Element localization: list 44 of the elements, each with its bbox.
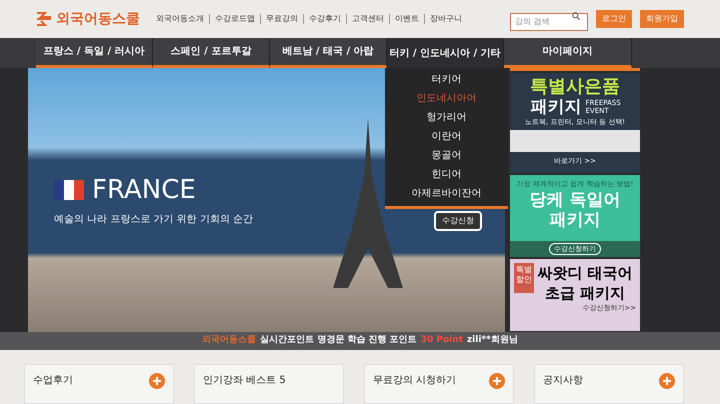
card-title: 수업후기 xyxy=(33,374,73,388)
nav-tab[interactable]: 터키 / 인도네시아 / 기타 xyxy=(387,38,504,68)
plus-icon[interactable] xyxy=(489,373,505,389)
nav-tab[interactable]: 마이페이지 xyxy=(504,38,632,68)
card-title: 공지사항 xyxy=(543,374,583,388)
hero-subtitle: 예술의 나라 프랑스로 가기 위한 기회의 순간 xyxy=(54,213,254,227)
ticker-points: 30 Point xyxy=(420,334,463,348)
dropdown-item[interactable]: 몽골어 xyxy=(432,148,462,164)
ad-title: 패키지 xyxy=(550,210,600,230)
header-link[interactable]: 장바구니 xyxy=(430,13,462,25)
card-title: 무료강의 시청하기 xyxy=(373,374,456,388)
ad-title: 싸왓디 태국어 xyxy=(537,263,633,283)
hero-title: FRANCE xyxy=(92,176,196,204)
dropdown-item[interactable]: 인도네시아어 xyxy=(416,91,476,107)
nav-tab[interactable]: 프랑스 / 독일 / 러시아 xyxy=(36,38,153,68)
ad-title: 당케 독일어 xyxy=(530,190,620,210)
logo-icon xyxy=(36,12,52,26)
dropdown-item[interactable]: 헝가리어 xyxy=(426,110,466,126)
discount-badge: 특별 할인 xyxy=(514,263,534,293)
dropdown-item[interactable]: 이란어 xyxy=(432,129,462,145)
nav-tab[interactable]: 베트남 / 태국 / 아랍 xyxy=(270,38,387,68)
header-link[interactable]: 무료강의 xyxy=(266,13,298,25)
dropdown-item[interactable]: 아제르바이잔어 xyxy=(412,186,482,202)
ticker-text: 실시간포인트 명경문 학습 진행 포인트 xyxy=(260,334,417,348)
header-link[interactable]: 수강로드맵 xyxy=(215,13,255,25)
enroll-button[interactable]: 수강신청 xyxy=(434,211,482,231)
france-flag-icon xyxy=(54,180,84,200)
card-title: 인기강좌 베스트 5 xyxy=(203,374,286,388)
ad-title: 초급 패키지 xyxy=(544,283,626,303)
plus-icon[interactable] xyxy=(149,373,165,389)
dropdown-item[interactable]: 터키어 xyxy=(432,72,462,88)
ad-title: 특별사은품 xyxy=(530,77,620,97)
plus-icon[interactable] xyxy=(659,373,675,389)
ad-title: 패키지 xyxy=(530,97,582,117)
search-field[interactable]: 강의 검색 xyxy=(510,12,588,30)
header-link[interactable]: 외국어동소개 xyxy=(156,13,204,25)
ticker-brand: 외국어동스쿨 xyxy=(202,334,256,348)
ticker-user: zili**회원님 xyxy=(466,334,518,348)
search-icon[interactable] xyxy=(572,12,580,20)
header-link[interactable]: 이벤트 xyxy=(395,13,419,25)
dropdown-item[interactable]: 힌디어 xyxy=(432,167,462,183)
header-link[interactable]: 고객센터 xyxy=(352,13,384,25)
nav-tab[interactable]: 스페인 / 포르투갈 xyxy=(153,38,270,68)
header-link[interactable]: 수강후기 xyxy=(309,13,341,25)
